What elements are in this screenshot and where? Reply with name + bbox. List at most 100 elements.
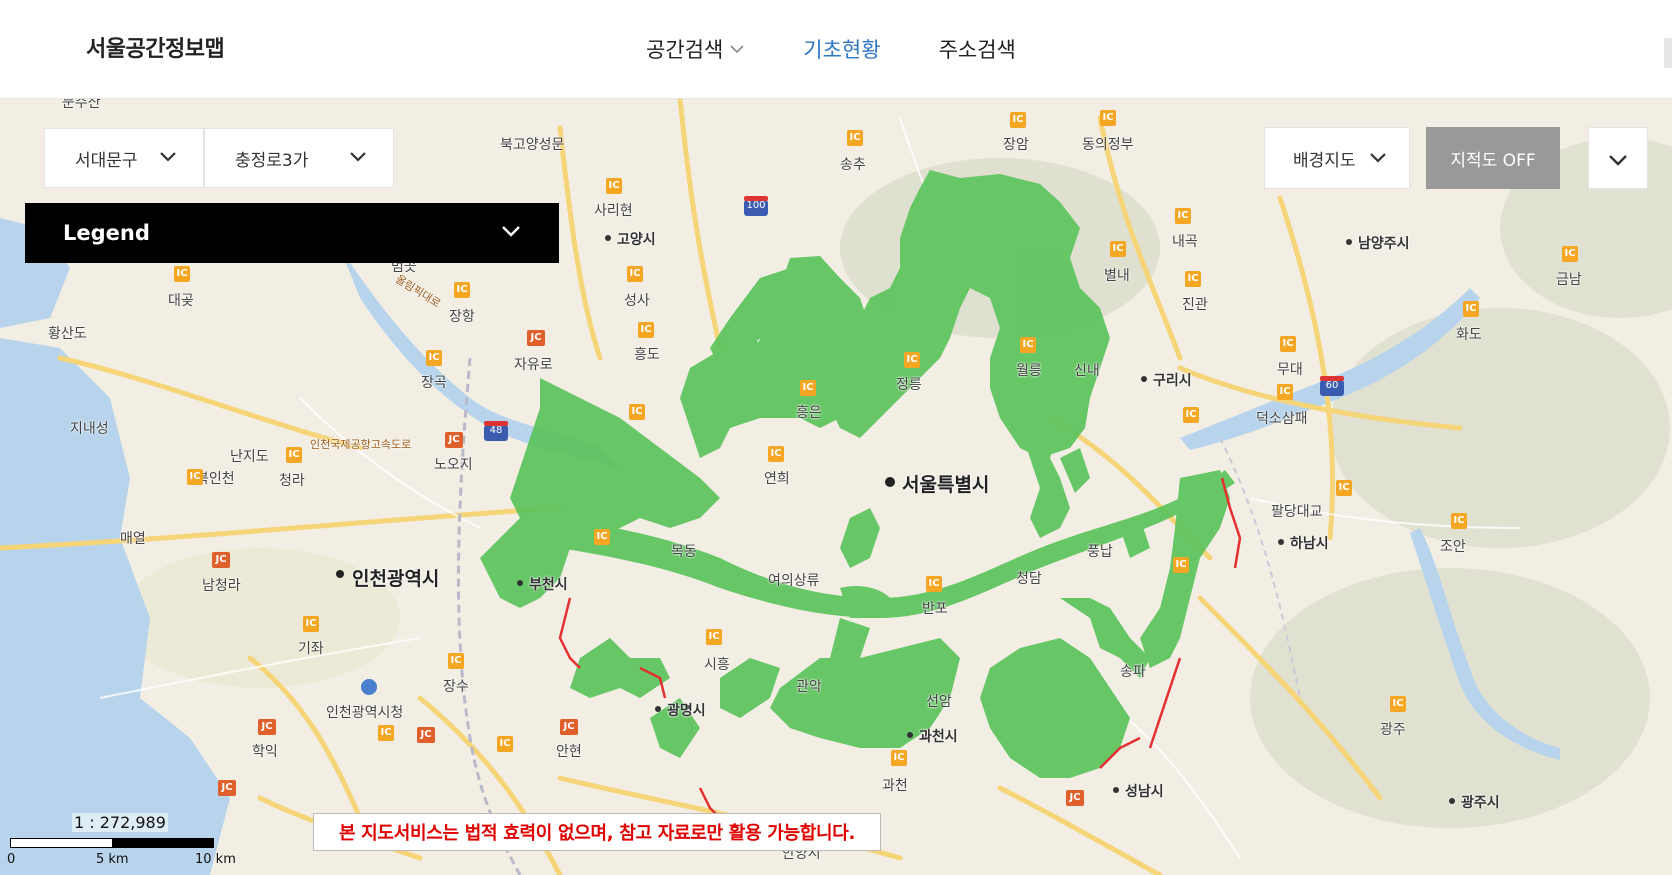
jc-marker: JC xyxy=(218,780,236,796)
chevron-down-icon xyxy=(1370,153,1386,163)
ic-marker: IC xyxy=(800,380,816,396)
place-label: 내곡 xyxy=(1172,234,1198,250)
place-label: 정릉 xyxy=(896,377,922,393)
ic-marker: IC xyxy=(1280,336,1296,352)
place-label: 장암 xyxy=(1003,137,1029,153)
place-label: 난지도 xyxy=(230,449,269,465)
place-label: 무대 xyxy=(1277,362,1303,378)
legend-panel-toggle[interactable]: Legend xyxy=(25,203,559,263)
basemap-select-value: 배경지도 xyxy=(1293,150,1356,171)
ic-marker: IC xyxy=(638,322,654,338)
place-label: 대곶 xyxy=(168,293,194,309)
label-goyang: 고양시 xyxy=(617,232,656,248)
place-label: 연희 xyxy=(764,471,790,487)
ic-marker: IC xyxy=(448,653,464,669)
scale-bar-segment xyxy=(11,839,112,847)
nav-address-search[interactable]: 주소검색 xyxy=(939,34,1016,64)
ic-marker: IC xyxy=(378,725,394,741)
road-label: 인천국제공항고속도로 xyxy=(310,438,412,451)
dong-select[interactable]: 충정로3가 xyxy=(204,128,394,188)
place-label: 자유로 xyxy=(514,357,553,373)
place-label: 학익 xyxy=(252,744,278,760)
ic-marker: IC xyxy=(1277,384,1293,400)
place-label: 지내성 xyxy=(70,421,109,437)
label-incheon: 인천광역시 xyxy=(352,568,440,590)
ic-marker: IC xyxy=(497,736,513,752)
ic-marker: IC xyxy=(847,130,863,146)
jc-marker: JC xyxy=(258,719,276,735)
place-label: 관악 xyxy=(796,679,822,695)
label-gwacheon: 과천시 xyxy=(919,729,958,745)
ic-marker: IC xyxy=(1175,208,1191,224)
jc-marker: JC xyxy=(417,727,435,743)
place-label: 송추 xyxy=(840,157,866,173)
chevron-down-icon xyxy=(160,152,176,162)
ic-marker: IC xyxy=(1185,271,1201,287)
place-label: 흥은 xyxy=(796,405,822,421)
place-label: 선암 xyxy=(926,694,952,710)
place-label: 광주 xyxy=(1380,722,1406,738)
ic-marker: IC xyxy=(1390,696,1406,712)
nav-spatial-search-label: 공간검색 xyxy=(646,38,724,62)
place-label: 과천 xyxy=(882,778,908,794)
ic-marker: IC xyxy=(1173,557,1189,573)
place-label: 진관 xyxy=(1182,297,1208,313)
ic-marker: IC xyxy=(1110,241,1126,257)
cadastral-toggle-button[interactable]: 지적도 OFF xyxy=(1426,127,1560,189)
nav-address-search-label: 주소검색 xyxy=(938,38,1016,62)
ic-marker: IC xyxy=(1183,407,1199,423)
place-label: 동의정부 xyxy=(1082,137,1134,153)
place-label: 장수 xyxy=(443,679,469,695)
ic-marker: IC xyxy=(1020,337,1036,353)
district-select[interactable]: 서대문구 xyxy=(44,128,204,188)
label-bucheon: 부천시 xyxy=(529,577,568,593)
ic-marker: IC xyxy=(904,352,920,368)
ic-marker: IC xyxy=(286,447,302,463)
place-label: 시흥 xyxy=(704,657,730,673)
scale-tick: 10 km xyxy=(195,852,236,867)
scale-tick: 0 xyxy=(7,852,16,867)
label-gwangju: 광주시 xyxy=(1461,795,1500,811)
header-edge-scrollbar xyxy=(1664,38,1672,68)
ic-marker: IC xyxy=(174,266,190,282)
chevron-down-icon xyxy=(350,152,366,162)
ic-marker: IC xyxy=(1100,110,1116,126)
place-label: 안현 xyxy=(556,744,582,760)
scale-bar-segment xyxy=(112,839,213,847)
place-label: 팔당대교 xyxy=(1271,504,1323,520)
place-label: 화도 xyxy=(1456,327,1482,343)
nav-spatial-search[interactable]: 공간검색 xyxy=(646,34,745,64)
place-label: 인천광역시청 xyxy=(326,705,404,721)
place-label: 청라 xyxy=(279,473,305,489)
place-label: 흥도 xyxy=(634,347,660,363)
legend-title: Legend xyxy=(63,221,150,245)
place-label: 장곡 xyxy=(421,375,447,391)
chevron-down-icon xyxy=(502,226,520,237)
ic-marker: IC xyxy=(303,616,319,632)
place-label: 여의상류 xyxy=(768,573,820,589)
place-label: 기좌 xyxy=(298,641,324,657)
place-label: 노오지 xyxy=(434,457,473,473)
ic-marker: IC xyxy=(1010,112,1026,128)
label-hanam: 하남시 xyxy=(1290,536,1329,552)
place-label: 목동 xyxy=(671,544,697,560)
legal-notice: 본 지도서비스는 법적 효력이 없으며, 참고 자료로만 활용 가능합니다. xyxy=(313,813,881,851)
place-label: 북고양성문 xyxy=(500,137,565,153)
site-title[interactable]: 서울공간정보맵 xyxy=(86,31,225,63)
ic-marker: IC xyxy=(926,576,942,592)
scale-ratio: 1 : 272,989 xyxy=(72,813,168,832)
expand-tools-button[interactable] xyxy=(1588,127,1648,189)
place-label: 성사 xyxy=(624,293,650,309)
ic-marker: IC xyxy=(1451,513,1467,529)
place-label: 신내 xyxy=(1074,363,1100,379)
place-label: 조안 xyxy=(1440,539,1466,555)
place-label: 금남 xyxy=(1556,272,1582,288)
label-seoul: 서울특별시 xyxy=(902,474,990,496)
ic-marker: IC xyxy=(629,404,645,420)
ic-marker: IC xyxy=(606,178,622,194)
nav-basic-status[interactable]: 기초현황 xyxy=(803,34,880,64)
ic-marker: IC xyxy=(706,629,722,645)
jc-marker: JC xyxy=(445,432,463,448)
basemap-select[interactable]: 배경지도 xyxy=(1264,127,1410,189)
jc-marker: JC xyxy=(212,552,230,568)
